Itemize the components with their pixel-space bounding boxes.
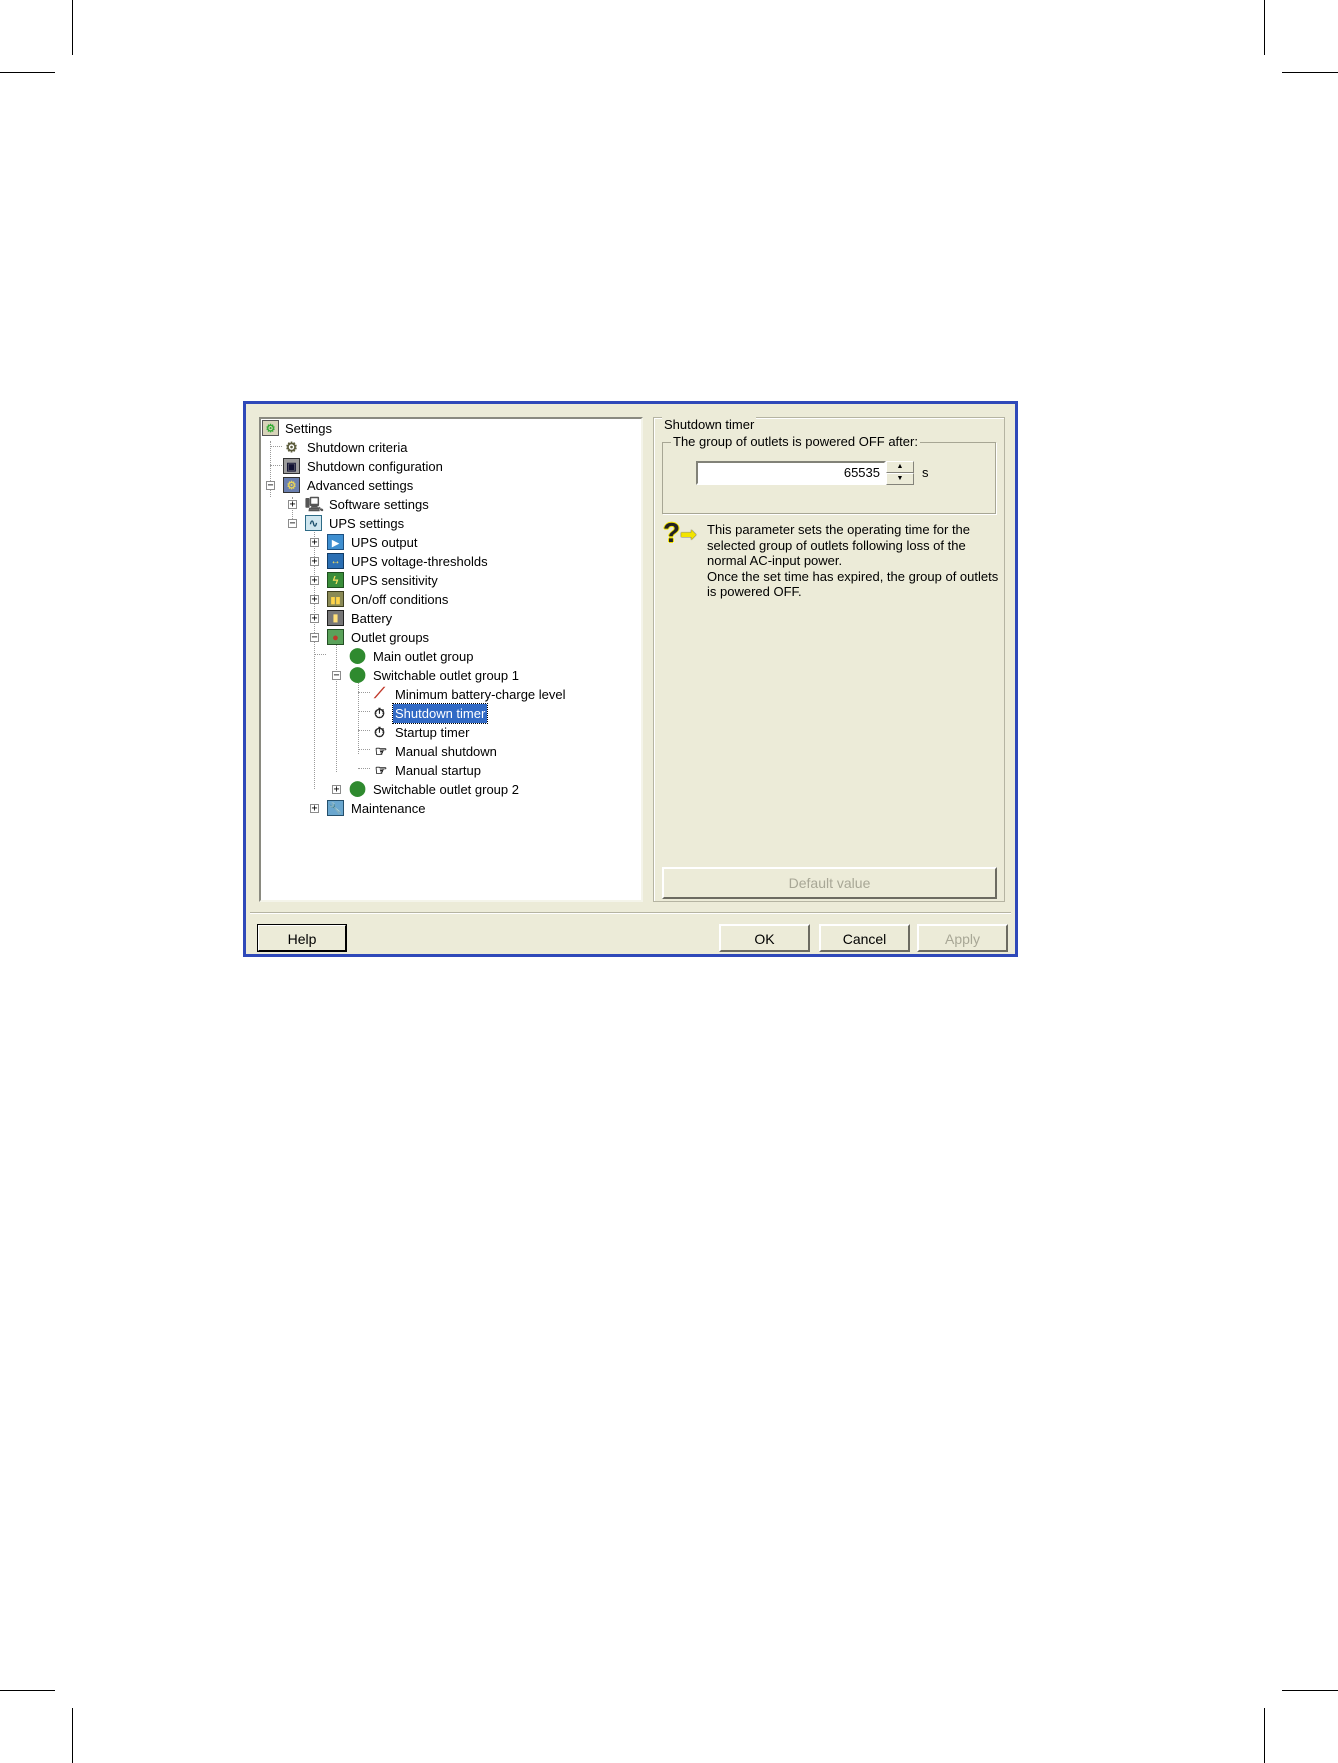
- unit-label: s: [922, 465, 929, 480]
- computer-icon: 🖳: [305, 496, 324, 512]
- computer-config-icon: ▣: [283, 458, 300, 474]
- collapse-toggle[interactable]: −: [288, 519, 297, 529]
- collapse-toggle[interactable]: −: [266, 481, 275, 491]
- expand-toggle[interactable]: +: [310, 557, 319, 567]
- crop-mark: [72, 1708, 73, 1763]
- maintenance-icon: 🔧: [327, 800, 344, 816]
- ups-wave-icon: ∿: [305, 515, 322, 531]
- screwdriver-icon: ⟋: [374, 685, 385, 702]
- crop-mark: [0, 1690, 55, 1691]
- crop-mark: [72, 0, 73, 55]
- cancel-button[interactable]: Cancel: [819, 924, 910, 952]
- help-hint-icon: ? ➡: [663, 517, 697, 548]
- group-title: Shutdown timer: [662, 417, 757, 432]
- ups-output-icon: ▶: [327, 534, 344, 550]
- settings-dialog: ⚙ Settings ⚙ Shutdown criteria ▣ Shutdow…: [243, 401, 1018, 957]
- expand-toggle[interactable]: +: [310, 576, 319, 586]
- battery-icon: ▮: [327, 610, 344, 626]
- sub-group-title: The group of outlets is powered OFF afte…: [671, 434, 920, 449]
- crop-mark: [1282, 1690, 1338, 1691]
- hand-pointer-icon: ☞: [374, 743, 388, 759]
- crop-mark: [1264, 0, 1265, 55]
- tree-line: [358, 749, 370, 750]
- advanced-settings-icon: ⚙: [283, 477, 300, 493]
- collapse-toggle[interactable]: −: [310, 633, 319, 643]
- shutdown-delay-input[interactable]: 65535: [696, 461, 886, 485]
- outlet-groups-icon: ●: [327, 629, 344, 645]
- default-value-button[interactable]: Default value: [662, 867, 997, 899]
- stopwatch-icon: ⏱: [374, 705, 385, 721]
- collapse-toggle[interactable]: −: [332, 671, 341, 681]
- tree-line: [270, 446, 282, 447]
- hand-pointer-icon: ☞: [374, 762, 388, 778]
- settings-icon: ⚙: [262, 420, 279, 436]
- help-button[interactable]: Help: [257, 924, 347, 952]
- expand-toggle[interactable]: +: [288, 500, 297, 510]
- ok-button[interactable]: OK: [719, 924, 810, 952]
- expand-toggle[interactable]: +: [332, 785, 341, 795]
- tree-line: [358, 692, 370, 693]
- tree-line: [336, 632, 337, 772]
- tree-line: [358, 768, 370, 769]
- apply-button[interactable]: Apply: [917, 924, 1008, 952]
- crop-mark: [1264, 1708, 1265, 1763]
- tree-line: [358, 711, 370, 712]
- outlet-icon: ⬤: [349, 666, 366, 683]
- expand-toggle[interactable]: +: [310, 595, 319, 605]
- spin-up-button[interactable]: ▲: [886, 461, 914, 473]
- expand-toggle[interactable]: +: [310, 614, 319, 624]
- help-description: This parameter sets the operating time f…: [707, 522, 999, 600]
- outlet-icon: ⬤: [349, 780, 366, 797]
- stopwatch-icon: ⏱: [374, 724, 385, 740]
- voltage-thresholds-icon: ↔: [327, 553, 344, 569]
- outlet-icon: ⬤: [349, 647, 366, 664]
- tree-line: [314, 654, 326, 655]
- footer-separator: [250, 912, 1011, 914]
- gears-icon: ⚙: [285, 439, 298, 455]
- sensitivity-icon: ϟ: [327, 572, 344, 588]
- tree-line: [358, 730, 370, 731]
- crop-mark: [0, 72, 55, 73]
- onoff-icon: ▮▮: [327, 591, 344, 607]
- expand-toggle[interactable]: +: [310, 538, 319, 548]
- power-off-after-group: The group of outlets is powered OFF afte…: [662, 434, 996, 514]
- crop-mark: [1282, 72, 1338, 73]
- settings-tree: ⚙ Settings ⚙ Shutdown criteria ▣ Shutdow…: [259, 417, 643, 902]
- spin-down-button[interactable]: ▼: [886, 473, 914, 485]
- tree-line: [270, 465, 282, 466]
- expand-toggle[interactable]: +: [310, 804, 319, 814]
- parameter-panel: Shutdown timer The group of outlets is p…: [653, 417, 1005, 902]
